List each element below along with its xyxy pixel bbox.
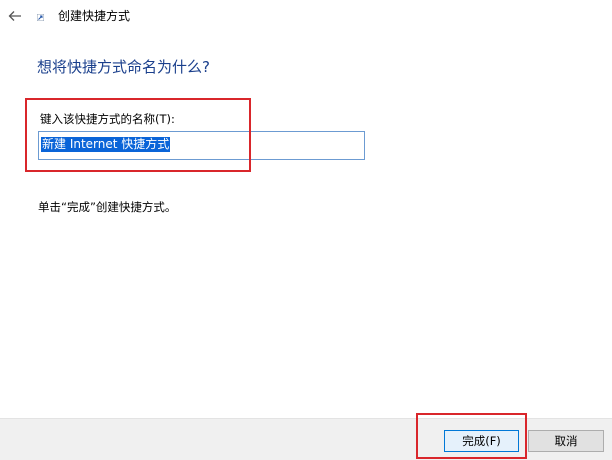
back-arrow-icon [8, 11, 21, 21]
shortcut-name-input[interactable]: 新建 Internet 快捷方式 [38, 131, 365, 160]
finish-hint-text: 单击“完成”创建快捷方式。 [38, 200, 177, 214]
finish-button[interactable]: 完成(F) [444, 430, 519, 452]
page-heading: 想将快捷方式命名为什么? [37, 58, 210, 76]
footer-bar: 完成(F) 取消 [0, 418, 612, 460]
window-title: 创建快捷方式 [58, 9, 131, 23]
shortcut-icon [37, 14, 44, 21]
title-bar: 创建快捷方式 [0, 0, 612, 34]
shortcut-name-value: 新建 Internet 快捷方式 [41, 137, 171, 152]
name-field-label: 键入该快捷方式的名称(T): [40, 112, 175, 126]
cancel-button[interactable]: 取消 [528, 430, 604, 452]
back-button[interactable] [4, 6, 26, 26]
